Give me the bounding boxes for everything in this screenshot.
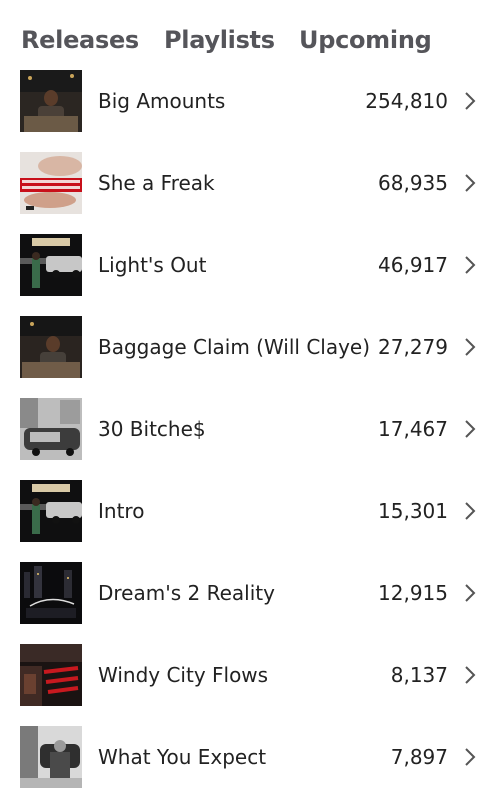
stream-count: 68,935 [378,171,448,195]
list-item[interactable]: Intro 15,301 [0,476,500,558]
stream-count: 15,301 [378,499,448,523]
stream-count: 17,467 [378,417,448,441]
track-title: Windy City Flows [98,663,269,687]
chevron-right-icon [465,502,476,520]
album-art [20,152,82,214]
tab-releases[interactable]: Releases [21,26,139,54]
chevron-right-icon [465,748,476,766]
chevron-right-icon [465,256,476,274]
list-item[interactable]: 30 Bitche$ 17,467 [0,394,500,476]
chevron-right-icon [465,666,476,684]
stream-count: 27,279 [378,335,448,359]
tab-playlists[interactable]: Playlists [164,26,275,54]
track-title: Baggage Claim (Will Claye) [98,335,371,359]
release-list: Big Amounts 254,810 She a Freak 68,935 L… [0,66,500,804]
tab-bar: Releases Playlists Upcoming [0,0,500,66]
track-title: Intro [98,499,145,523]
chevron-right-icon [465,338,476,356]
track-title: Light's Out [98,253,207,277]
album-art [20,234,82,296]
album-art [20,70,82,132]
album-art [20,316,82,378]
album-art [20,726,82,788]
stream-count: 254,810 [365,89,448,113]
stream-count: 8,137 [390,663,448,687]
list-item[interactable]: Big Amounts 254,810 [0,66,500,148]
stream-count: 12,915 [378,581,448,605]
list-item[interactable]: What You Expect 7,897 [0,722,500,804]
list-item[interactable]: She a Freak 68,935 [0,148,500,230]
chevron-right-icon [465,584,476,602]
list-item[interactable]: Light's Out 46,917 [0,230,500,312]
stream-count: 46,917 [378,253,448,277]
album-art [20,562,82,624]
album-art [20,480,82,542]
list-item[interactable]: Windy City Flows 8,137 [0,640,500,722]
track-title: Big Amounts [98,89,226,113]
track-title: Dream's 2 Reality [98,581,275,605]
album-art [20,398,82,460]
album-art [20,644,82,706]
track-title: She a Freak [98,171,215,195]
chevron-right-icon [465,174,476,192]
track-title: 30 Bitche$ [98,417,206,441]
list-item[interactable]: Dream's 2 Reality 12,915 [0,558,500,640]
chevron-right-icon [465,420,476,438]
stream-count: 7,897 [390,745,448,769]
chevron-right-icon [465,92,476,110]
list-item[interactable]: Baggage Claim (Will Claye) 27,279 [0,312,500,394]
track-title: What You Expect [98,745,267,769]
tab-upcoming[interactable]: Upcoming [299,26,432,54]
